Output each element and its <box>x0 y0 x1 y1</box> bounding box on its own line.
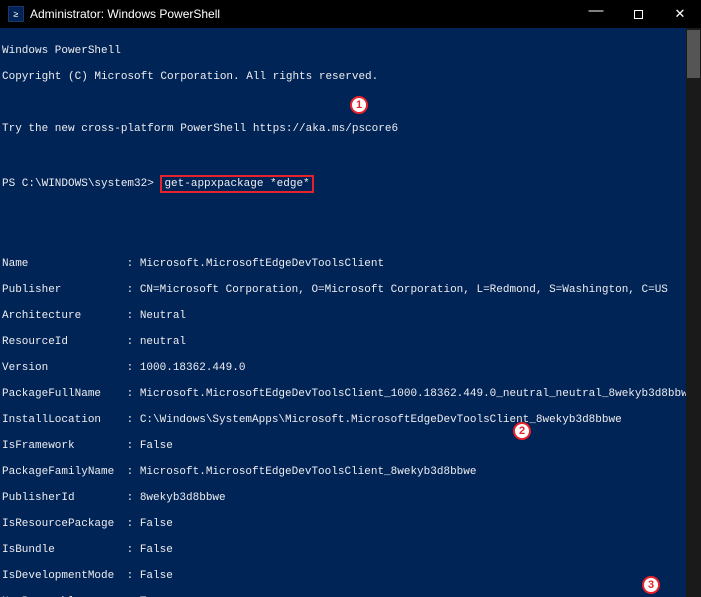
terminal-output[interactable]: Windows PowerShell Copyright (C) Microso… <box>0 28 701 597</box>
minimize-button[interactable]: — <box>575 0 617 24</box>
titlebar[interactable]: ≥ Administrator: Windows PowerShell — ✕ <box>0 0 701 28</box>
annotation-badge-3: 3 <box>642 576 660 594</box>
scrollbar-track[interactable] <box>686 28 701 597</box>
output-row: PackageFullName : Microsoft.MicrosoftEdg… <box>2 388 697 401</box>
annotation-badge-2: 2 <box>513 422 531 440</box>
scrollbar-thumb[interactable] <box>687 30 700 78</box>
output-row: IsBundle : False <box>2 544 697 557</box>
output-row: IsResourcePackage : False <box>2 518 697 531</box>
powershell-icon: ≥ <box>8 6 24 22</box>
output-row: Name : Microsoft.MicrosoftEdgeDevToolsCl… <box>2 258 697 271</box>
output-row: IsFramework : False <box>2 440 697 453</box>
output-row: ResourceId : neutral <box>2 336 697 349</box>
output-row: Version : 1000.18362.449.0 <box>2 362 697 375</box>
annotation-badge-1: 1 <box>350 96 368 114</box>
prompt-path: PS C:\WINDOWS\system32> <box>2 178 154 190</box>
header-line: Try the new cross-platform PowerShell ht… <box>2 123 697 136</box>
prompt-line-1: PS C:\WINDOWS\system32> get-appxpackage … <box>2 175 697 193</box>
output-row: Architecture : Neutral <box>2 310 697 323</box>
output-row: Publisher : CN=Microsoft Corporation, O=… <box>2 284 697 297</box>
header-line: Windows PowerShell <box>2 45 697 58</box>
output-row: PublisherId : 8wekyb3d8bbwe <box>2 492 697 505</box>
command-highlight-1: get-appxpackage *edge* <box>160 175 313 193</box>
header-line: Copyright (C) Microsoft Corporation. All… <box>2 71 697 84</box>
close-button[interactable]: ✕ <box>659 0 701 28</box>
output-row: PackageFamilyName : Microsoft.MicrosoftE… <box>2 466 697 479</box>
powershell-window: ≥ Administrator: Windows PowerShell — ✕ … <box>0 0 701 597</box>
maximize-button[interactable] <box>617 0 659 28</box>
output-row: InstallLocation : C:\Windows\SystemApps\… <box>2 414 697 427</box>
window-controls: — ✕ <box>575 0 701 28</box>
window-title: Administrator: Windows PowerShell <box>30 7 220 21</box>
output-row: IsDevelopmentMode : False <box>2 570 697 583</box>
